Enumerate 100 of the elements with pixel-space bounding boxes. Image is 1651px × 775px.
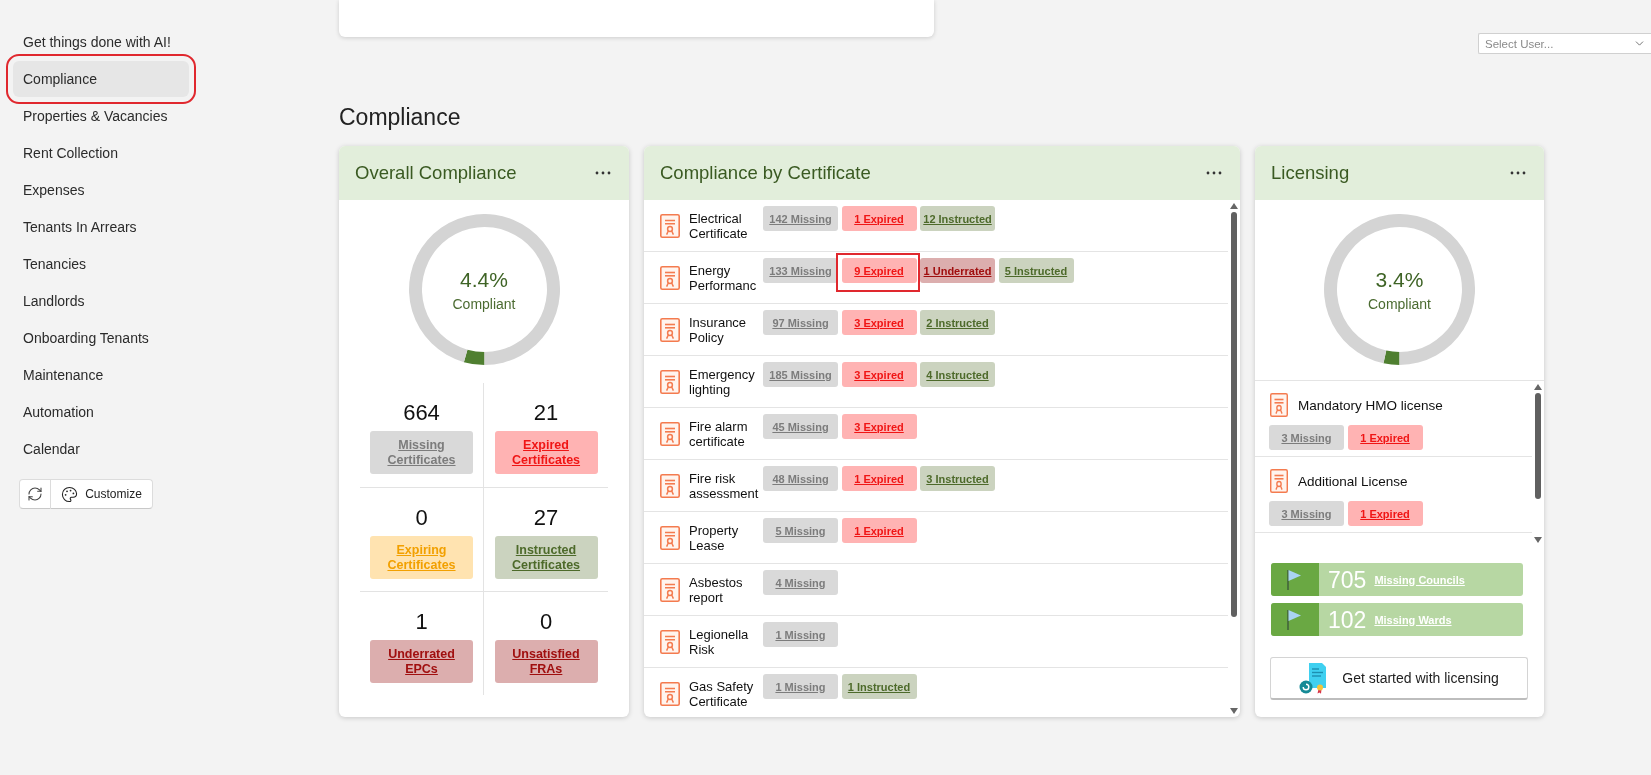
status-link[interactable]: 3 Missing [1269, 501, 1344, 526]
certificate-name: Gas Safety Certificate [689, 678, 755, 709]
stat-count: 27 [533, 505, 559, 531]
page-title: Compliance [339, 103, 461, 131]
certificate-name: Property Lease [689, 522, 740, 553]
status-link[interactable]: 4 Missing [763, 570, 838, 595]
status-link[interactable]: 97 Missing [763, 310, 838, 335]
stat-count: 0 [539, 609, 553, 635]
certificate-icon [660, 681, 680, 706]
status-link[interactable]: 1 Missing [763, 674, 838, 699]
refresh-icon [27, 486, 43, 502]
certificate-icon [660, 213, 680, 238]
status-link[interactable]: 1 Expired [1347, 501, 1423, 526]
stat-link[interactable]: Expired Certificates [494, 431, 598, 474]
stat-link[interactable]: Missing Certificates [370, 431, 473, 474]
user-select-field[interactable]: Select User... [1478, 33, 1651, 54]
compliance-percent: 3.4% [1375, 268, 1424, 292]
license-name: Mandatory HMO license [1298, 397, 1443, 413]
certificate-name: Emergency lighting [689, 366, 756, 397]
certificate-name: Electrical Certificate [689, 210, 749, 241]
status-link[interactable]: 3 Expired [841, 362, 917, 387]
status-link[interactable]: 2 Instructed [920, 310, 995, 335]
compliance-percent: 4.4% [460, 268, 508, 292]
more-icon[interactable] [595, 171, 611, 175]
status-link[interactable]: 142 Missing [763, 206, 838, 231]
scroll-up-icon[interactable] [1534, 384, 1542, 390]
card-title: Compliance by Certificate [660, 162, 871, 184]
nav-item[interactable]: Expenses [13, 172, 189, 208]
status-link[interactable]: 1 Expired [841, 466, 917, 491]
scrollbar-thumb[interactable] [1231, 212, 1237, 617]
status-link[interactable]: 45 Missing [763, 414, 838, 439]
certificate-name: Asbestos report [689, 574, 744, 605]
status-link[interactable]: 9 Expired [835, 253, 920, 292]
scroll-down-icon[interactable] [1534, 537, 1542, 543]
nav-item[interactable]: Calendar [13, 431, 189, 467]
scroll-up-icon[interactable] [1230, 203, 1238, 209]
certificate-icon [660, 421, 680, 446]
status-link[interactable]: 1 Instructed [841, 674, 917, 699]
more-icon[interactable] [1206, 171, 1222, 175]
summary-count: 705 [1328, 566, 1367, 593]
summary-count: 102 [1328, 606, 1367, 633]
certificate-icon [660, 317, 680, 342]
nav-item[interactable]: Properties & Vacancies [13, 98, 189, 134]
status-link[interactable]: 12 Instructed [920, 206, 995, 231]
stat-count: 21 [533, 400, 559, 426]
stat-link[interactable]: Instructed Certificates [494, 536, 598, 579]
status-link[interactable]: 3 Missing [1269, 425, 1344, 450]
compliance-caption: Compliant [452, 295, 516, 313]
palette-icon [61, 485, 79, 503]
summary-link[interactable]: Missing Councils [1374, 573, 1465, 586]
status-link[interactable]: 3 Expired [841, 414, 917, 439]
nav-item[interactable]: Automation [13, 394, 189, 430]
status-link[interactable]: 48 Missing [763, 466, 838, 491]
status-link[interactable]: 133 Missing [763, 258, 838, 283]
certificate-name: Insurance Policy [689, 314, 748, 345]
get-started-button[interactable]: Get started with licensing [1270, 657, 1528, 700]
nav-item[interactable]: Maintenance [13, 357, 189, 393]
nav-item[interactable]: Tenants In Arrears [13, 209, 189, 245]
status-link[interactable]: 5 Instructed [998, 258, 1074, 283]
certificate-name: Fire alarm certificate [689, 418, 749, 449]
stat-link[interactable]: Unsatisfied FRAs [494, 640, 598, 683]
flag-icon [1271, 603, 1319, 636]
certificate-name: Legionella Risk [689, 626, 750, 657]
flag-icon [1271, 563, 1319, 596]
stat-link[interactable]: Underrated EPCs [370, 640, 473, 683]
certificate-icon [1270, 469, 1288, 493]
status-link[interactable]: 5 Missing [763, 518, 838, 543]
nav-item[interactable]: Landlords [13, 283, 189, 319]
certificate-icon [660, 265, 680, 290]
status-link[interactable]: 1 Expired [841, 206, 917, 231]
status-link[interactable]: 3 Instructed [920, 466, 995, 491]
status-link[interactable]: 185 Missing [763, 362, 838, 387]
refresh-button[interactable] [19, 479, 51, 509]
stat-count: 0 [415, 505, 428, 531]
status-link[interactable]: 1 Underrated [920, 258, 995, 283]
stat-link[interactable]: Expiring Certificates [370, 536, 473, 579]
nav-item[interactable]: Get things done with AI! [13, 24, 189, 60]
compliance-caption: Compliant [1368, 295, 1431, 313]
status-link[interactable]: 1 Expired [841, 518, 917, 543]
license-name: Additional License [1298, 473, 1408, 489]
nav-item[interactable]: Onboarding Tenants [13, 320, 189, 356]
status-link[interactable]: 4 Instructed [920, 362, 995, 387]
certificate-icon [1270, 393, 1288, 417]
certificate-icon [660, 629, 680, 654]
card-title: Licensing [1271, 162, 1350, 184]
scrollbar-thumb[interactable] [1535, 393, 1541, 499]
status-link[interactable]: 1 Expired [1347, 425, 1423, 450]
status-link[interactable]: 3 Expired [841, 310, 917, 335]
more-icon[interactable] [1510, 171, 1526, 175]
certificate-icon [660, 525, 680, 550]
summary-link[interactable]: Missing Wards [1374, 613, 1452, 626]
stat-count: 1 [415, 609, 428, 635]
certificate-name: Energy Performanc [689, 262, 758, 293]
nav-item[interactable]: Rent Collection [13, 135, 189, 171]
scroll-down-icon[interactable] [1230, 708, 1238, 714]
customize-button[interactable]: Customize [51, 479, 153, 509]
status-link[interactable]: 1 Missing [763, 622, 838, 647]
nav-item[interactable]: Tenancies [13, 246, 189, 282]
card-title: Overall Compliance [355, 162, 517, 184]
certificate-name: Fire risk assessment [689, 470, 760, 501]
